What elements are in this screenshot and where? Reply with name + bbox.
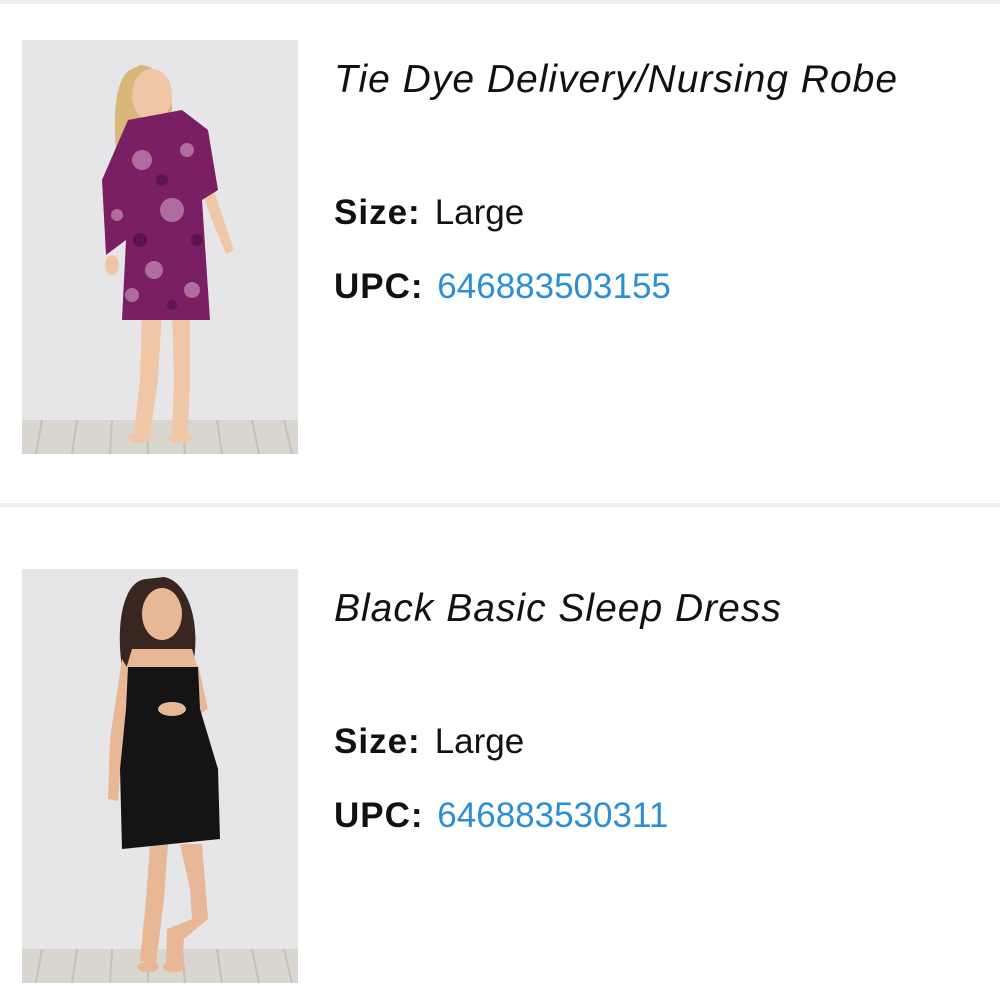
- upc-label: UPC:: [334, 796, 424, 835]
- upc-label: UPC:: [334, 267, 424, 306]
- size-value: Large: [434, 722, 525, 761]
- order-item: Tie Dye Delivery/Nursing Robe Size: Large…: [0, 40, 1000, 460]
- size-row: Size: Large: [334, 722, 524, 762]
- product-photo-sleep-dress: [22, 569, 298, 983]
- size-row: Size: Large: [334, 193, 524, 233]
- size-label: Size:: [334, 193, 421, 232]
- upc-link[interactable]: 646883530311: [437, 796, 668, 835]
- size-value: Large: [434, 193, 525, 232]
- product-image[interactable]: [22, 40, 298, 454]
- upc-link[interactable]: 646883503155: [437, 267, 671, 306]
- product-title[interactable]: Black Basic Sleep Dress: [334, 587, 782, 631]
- upc-row: UPC: 646883530311: [334, 796, 668, 836]
- order-item: Black Basic Sleep Dress Size: Large UPC: …: [0, 569, 1000, 989]
- product-photo-robe: [22, 40, 298, 454]
- top-divider: [0, 0, 1000, 4]
- upc-row: UPC: 646883503155: [334, 267, 671, 307]
- product-title[interactable]: Tie Dye Delivery/Nursing Robe: [334, 58, 898, 102]
- product-image[interactable]: [22, 569, 298, 983]
- item-divider: [0, 503, 1000, 507]
- size-label: Size:: [334, 722, 421, 761]
